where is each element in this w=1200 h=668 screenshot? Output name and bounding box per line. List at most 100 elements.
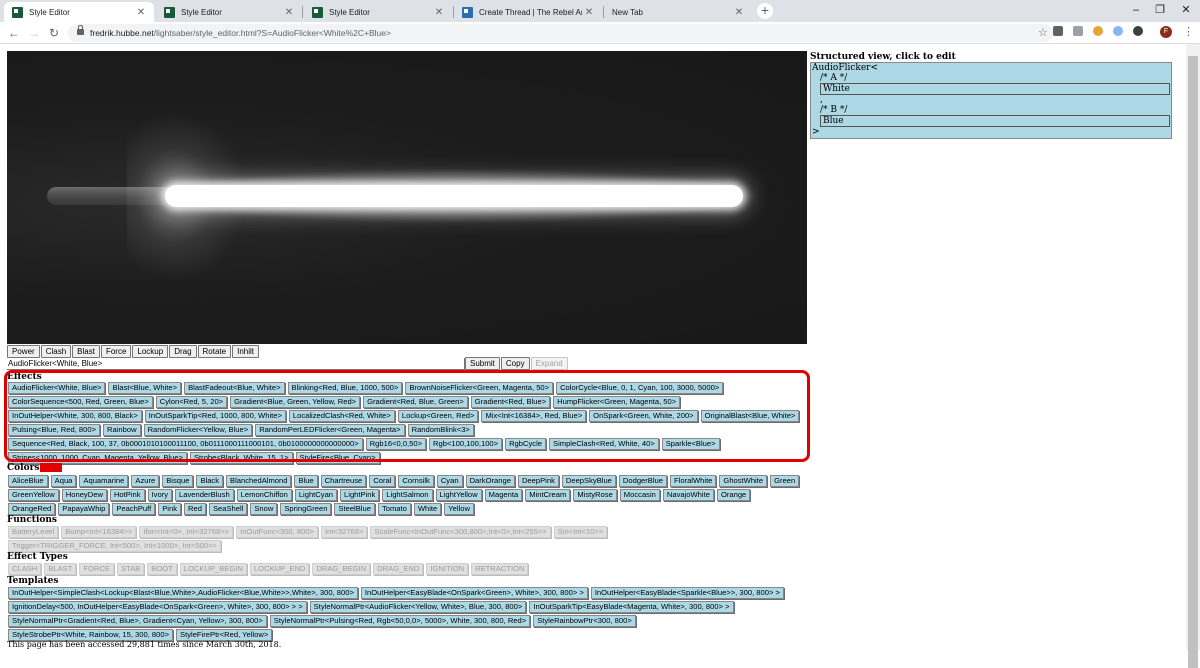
effect-item-rgbcycle[interactable]: RgbCycle	[505, 438, 546, 450]
effect-item-gradient-blue-green-yellow-red[interactable]: Gradient<Blue, Green, Yellow, Red>	[230, 396, 361, 408]
color-item-aquamarine[interactable]: Aquamarine	[79, 475, 129, 487]
close-icon[interactable]: ✕	[432, 7, 446, 18]
bookmark-star-icon[interactable]: ☆	[1038, 24, 1048, 42]
color-item-moccasin[interactable]: Moccasin	[619, 489, 660, 501]
effect-item-colorsequence-500-red-green-blue[interactable]: ColorSequence<500, Red, Green, Blue>	[8, 396, 153, 408]
effect-type-item-lockup-end[interactable]: LOCKUP_END	[249, 563, 310, 575]
color-item-mintcream[interactable]: MintCream	[525, 489, 571, 501]
color-item-seashell[interactable]: SeaShell	[208, 503, 248, 515]
template-item-stylerainbowptr-300-800[interactable]: StyleRainbowPtr<300, 800>	[533, 615, 636, 627]
effect-type-item-drag-end[interactable]: DRAG_END	[373, 563, 424, 575]
clash-button[interactable]: Clash	[40, 345, 72, 358]
effect-item-originalblast-blue-white[interactable]: OriginalBlast<Blue, White>	[700, 410, 800, 422]
effect-item-lockup-green-red[interactable]: Lockup<Green, Red>	[397, 410, 479, 422]
color-item-papayawhip[interactable]: PapayaWhip	[58, 503, 110, 515]
template-item-stylenormalptr-audioflicker-yellow-white[interactable]: StyleNormalPtr<AudioFlicker<Yellow, Whit…	[309, 601, 527, 613]
color-item-greenyellow[interactable]: GreenYellow	[8, 489, 59, 501]
new-tab-button[interactable]: +	[757, 3, 773, 19]
color-item-aqua[interactable]: Aqua	[50, 475, 77, 487]
effect-item-blastfadeout-blue-white[interactable]: BlastFadeout<Blue, White>	[184, 382, 285, 394]
effect-item-rgb-100-100-100[interactable]: Rgb<100,100,100>	[429, 438, 503, 450]
template-item-stylenormalptr-pulsing-red-rgb-50-0-0-50[interactable]: StyleNormalPtr<Pulsing<Red, Rgb<50,0,0>,…	[269, 615, 531, 627]
rotate-button[interactable]: Rotate	[197, 345, 232, 358]
scrollbar[interactable]	[1186, 44, 1200, 668]
template-item-inouthelper-simpleclash-lockup-blast-blu[interactable]: InOutHelper<SimpleClash<Lockup<Blast<Blu…	[8, 587, 358, 599]
close-icon[interactable]: ✕	[134, 7, 148, 18]
color-item-red[interactable]: Red	[184, 503, 206, 515]
back-arrow-icon[interactable]: ←	[6, 25, 22, 41]
effect-type-item-stab[interactable]: STAB	[116, 563, 145, 575]
window-close-icon[interactable]: ✕	[1172, 2, 1200, 18]
color-item-pink[interactable]: Pink	[158, 503, 182, 515]
extension-icon[interactable]	[1053, 26, 1063, 36]
color-item-lightyellow[interactable]: LightYellow	[435, 489, 482, 501]
color-item-yellow[interactable]: Yellow	[444, 503, 474, 515]
lockup-button[interactable]: Lockup	[132, 345, 169, 358]
color-item-ivory[interactable]: Ivory	[147, 489, 172, 501]
effect-type-item-boot[interactable]: BOOT	[147, 563, 177, 575]
color-swatch[interactable]	[40, 463, 62, 472]
color-item-cornsilk[interactable]: Cornsilk	[398, 475, 434, 487]
effect-item-strobe-black-white-15-1[interactable]: Strobe<Black, White, 15, 1>	[189, 452, 293, 464]
color-item-deeppink[interactable]: DeepPink	[517, 475, 559, 487]
expand-button[interactable]: Expand	[530, 357, 568, 370]
color-item-cyan[interactable]: Cyan	[436, 475, 463, 487]
reload-icon[interactable]: ↻	[46, 25, 62, 41]
color-item-lightpink[interactable]: LightPink	[340, 489, 380, 501]
color-item-peachpuff[interactable]: PeachPuff	[112, 503, 156, 515]
function-item-inoutfunc-300-800[interactable]: InOutFunc<300, 800>	[236, 526, 318, 538]
color-item-blue[interactable]: Blue	[294, 475, 318, 487]
template-item-inouthelper-easyblade-onspark-green-whit[interactable]: InOutHelper<EasyBlade<OnSpark<Green>, Wh…	[360, 587, 588, 599]
forward-arrow-icon[interactable]: →	[26, 25, 42, 41]
effect-item-brownnoiseflicker-green-magenta-50[interactable]: BrownNoiseFlicker<Green, Magenta, 50>	[405, 382, 554, 394]
effect-item-onspark-green-white-200[interactable]: OnSpark<Green, White, 200>	[589, 410, 698, 422]
color-item-lightcyan[interactable]: LightCyan	[294, 489, 338, 501]
effect-type-item-ignition[interactable]: IGNITION	[426, 563, 469, 575]
color-item-orange[interactable]: Orange	[716, 489, 751, 501]
effect-item-randomperledflicker-green-magenta[interactable]: RandomPerLEDFlicker<Green, Magenta>	[255, 424, 405, 436]
extension-icon[interactable]	[1073, 26, 1083, 36]
color-item-coral[interactable]: Coral	[369, 475, 396, 487]
effect-item-cylon-red-5-20[interactable]: Cylon<Red, 5, 20>	[155, 396, 228, 408]
color-item-orangered[interactable]: OrangeRed	[8, 503, 56, 515]
close-icon[interactable]: ✕	[282, 7, 296, 18]
browser-tab-2[interactable]: Style Editor ✕	[156, 2, 302, 22]
effect-item-rgb16-0-0-50[interactable]: Rgb16<0,0,50>	[365, 438, 427, 450]
browser-tab-4[interactable]: Create Thread | The Rebel Armor... ✕	[454, 2, 602, 22]
avatar[interactable]: F	[1160, 26, 1172, 38]
effect-type-item-blast[interactable]: BLAST	[44, 563, 77, 575]
color-item-aliceblue[interactable]: AliceBlue	[8, 475, 48, 487]
color-item-lavenderblush[interactable]: LavenderBlush	[175, 489, 234, 501]
effect-item-inouthelper-white-300-800-black[interactable]: InOutHelper<White, 300, 800, Black>	[8, 410, 142, 422]
color-item-deepskyblue[interactable]: DeepSkyBlue	[561, 475, 616, 487]
effect-type-item-drag-begin[interactable]: DRAG_BEGIN	[312, 563, 371, 575]
effect-item-blast-blue-white[interactable]: Blast<Blue, White>	[108, 382, 182, 394]
effect-item-rainbow[interactable]: Rainbow	[103, 424, 141, 436]
color-item-navajowhite[interactable]: NavajoWhite	[662, 489, 714, 501]
color-item-blanchedalmond[interactable]: BlanchedAlmond	[226, 475, 292, 487]
color-item-chartreuse[interactable]: Chartreuse	[320, 475, 367, 487]
inhilt-button[interactable]: Inhilt	[232, 345, 260, 358]
effect-item-mix-int-16384-red-blue[interactable]: Mix<Int<16384>, Red, Blue>	[481, 410, 587, 422]
extension-icon[interactable]	[1093, 26, 1103, 36]
power-button[interactable]: Power	[7, 345, 40, 358]
color-item-honeydew[interactable]: HoneyDew	[61, 489, 107, 501]
structured-view-box[interactable]: AudioFlicker< /* A */ White , /* B */ Bl…	[810, 62, 1172, 139]
template-item-inouthelper-easyblade-sparkle-blue-300-8[interactable]: InOutHelper<EasyBlade<Sparkle<Blue>>, 30…	[590, 587, 784, 599]
maximize-icon[interactable]: ❐	[1146, 2, 1174, 18]
color-item-snow[interactable]: Snow	[250, 503, 278, 515]
extension-icon[interactable]	[1113, 26, 1123, 36]
effect-item-blinking-red-blue-1000-500[interactable]: Blinking<Red, Blue, 1000, 500>	[287, 382, 403, 394]
effect-item-gradient-red-blue[interactable]: Gradient<Red, Blue>	[470, 396, 551, 408]
url-text[interactable]: fredrik.hubbe.net/lightsaber/style_edito…	[90, 24, 391, 42]
argument-a-field[interactable]: White	[820, 83, 1170, 95]
function-item-scalefunc-inoutfunc-300-800-int-0-int-25[interactable]: ScaleFunc<InOutFunc<300,800>,Int<0>,Int<…	[370, 526, 551, 538]
color-item-magenta[interactable]: Magenta	[484, 489, 523, 501]
effect-item-humpflicker-green-magenta-50[interactable]: HumpFlicker<Green, Magenta, 50>	[553, 396, 681, 408]
color-item-lightsalmon[interactable]: LightSalmon	[382, 489, 433, 501]
close-icon[interactable]: ✕	[732, 7, 746, 18]
effect-item-audioflicker-white-blue[interactable]: AudioFlicker<White, Blue>	[8, 382, 106, 394]
effect-item-inoutsparktip-red-1000-800-white[interactable]: InOutSparkTip<Red, 1000, 800, White>	[144, 410, 286, 422]
color-item-darkorange[interactable]: DarkOrange	[465, 475, 515, 487]
function-item-ifon-int-0-int-32768[interactable]: Ifon<Int<0>, Int<32768>>	[139, 526, 234, 538]
